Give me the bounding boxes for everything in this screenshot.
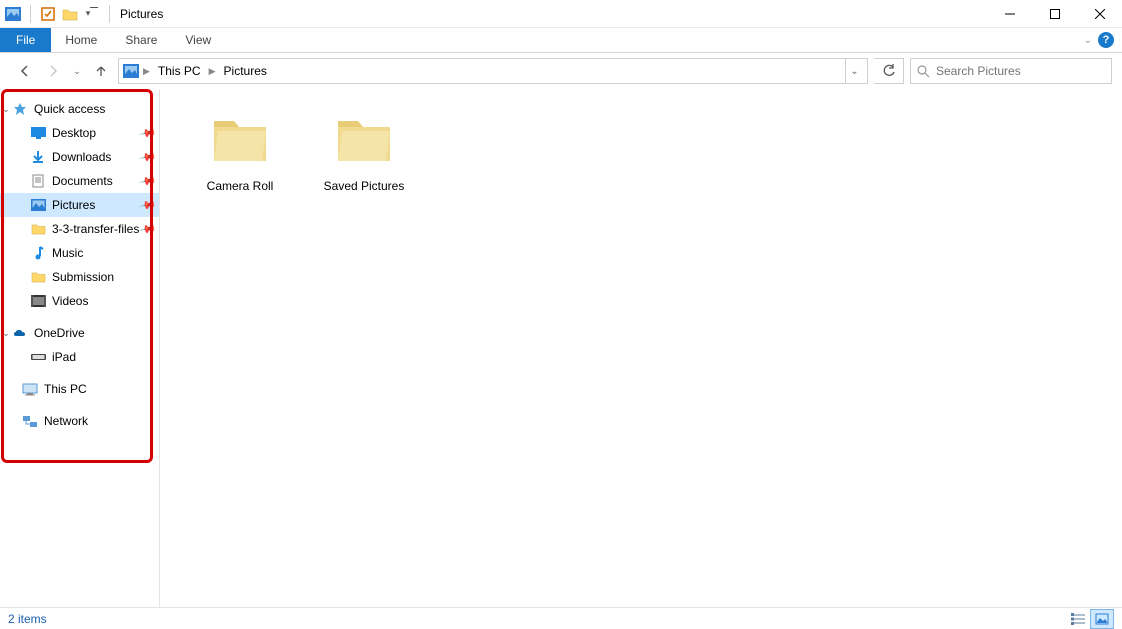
ribbon-collapse-icon[interactable]: ⌄ bbox=[1084, 35, 1092, 46]
pin-icon: 📌 bbox=[139, 196, 158, 215]
window-controls bbox=[987, 0, 1122, 28]
tab-view[interactable]: View bbox=[171, 28, 225, 52]
nav-item-label: Downloads bbox=[52, 150, 111, 164]
document-icon bbox=[30, 173, 46, 189]
minimize-button[interactable] bbox=[987, 0, 1032, 28]
star-icon bbox=[12, 101, 28, 117]
nav-item-downloads[interactable]: Downloads 📌 bbox=[0, 145, 159, 169]
recent-locations-button[interactable]: ⌄ bbox=[70, 60, 84, 82]
folder-label: Saved Pictures bbox=[324, 179, 405, 193]
nav-item-label: Desktop bbox=[52, 126, 96, 140]
breadcrumb-this-pc[interactable]: This PC bbox=[154, 60, 205, 82]
breadcrumb-current[interactable]: Pictures bbox=[220, 60, 271, 82]
nav-item-label: Submission bbox=[52, 270, 114, 284]
nav-item-ipad[interactable]: iPad bbox=[0, 345, 159, 369]
folder-icon bbox=[208, 107, 272, 171]
window-title: Pictures bbox=[120, 7, 163, 21]
quick-access-toolbar: ▾ bbox=[0, 5, 105, 23]
large-icons-view-button[interactable] bbox=[1090, 609, 1114, 629]
chevron-down-icon[interactable]: ⌄ bbox=[0, 104, 12, 115]
navigation-row: ⌄ ▶ This PC ▶ Pictures ⌄ bbox=[0, 53, 1122, 89]
pin-icon: 📌 bbox=[139, 124, 158, 143]
breadcrumb-separator-icon[interactable]: ▶ bbox=[207, 66, 218, 77]
desktop-icon bbox=[30, 125, 46, 141]
folder-icon bbox=[30, 221, 46, 237]
folder-icon bbox=[30, 269, 46, 285]
search-input[interactable] bbox=[936, 64, 1105, 78]
nav-item-documents[interactable]: Documents 📌 bbox=[0, 169, 159, 193]
nav-label: Network bbox=[44, 414, 88, 428]
content-area[interactable]: Camera Roll Saved Pictures bbox=[160, 89, 1122, 607]
ribbon-tabs: File Home Share View ⌄ ? bbox=[0, 28, 1122, 53]
address-bar[interactable]: ▶ This PC ▶ Pictures ⌄ bbox=[118, 58, 868, 84]
status-text: 2 items bbox=[8, 612, 47, 626]
this-pc-icon bbox=[22, 381, 38, 397]
forward-button[interactable] bbox=[42, 60, 64, 82]
qat-dropdown-icon[interactable]: ▾ bbox=[83, 5, 101, 23]
up-button[interactable] bbox=[90, 60, 112, 82]
refresh-button[interactable] bbox=[874, 58, 904, 84]
nav-quick-access[interactable]: ⌄ Quick access bbox=[0, 97, 159, 121]
breadcrumb-separator-icon[interactable]: ▶ bbox=[141, 66, 152, 77]
properties-icon[interactable] bbox=[39, 5, 57, 23]
nav-item-pictures[interactable]: Pictures 📌 bbox=[0, 193, 159, 217]
download-icon bbox=[30, 149, 46, 165]
main-area: ⌄ Quick access Desktop 📌 Downloads 📌 Doc… bbox=[0, 89, 1122, 607]
device-icon bbox=[30, 349, 46, 365]
search-box[interactable] bbox=[910, 58, 1112, 84]
nav-item-submission[interactable]: Submission bbox=[0, 265, 159, 289]
details-view-button[interactable] bbox=[1066, 609, 1090, 629]
pin-icon: 📌 bbox=[139, 172, 158, 191]
nav-onedrive[interactable]: ⌄ OneDrive bbox=[0, 321, 159, 345]
videos-icon bbox=[30, 293, 46, 309]
tab-file[interactable]: File bbox=[0, 28, 51, 52]
nav-label: This PC bbox=[44, 382, 87, 396]
nav-item-label: Pictures bbox=[52, 198, 95, 212]
nav-this-pc[interactable]: This PC bbox=[0, 377, 159, 401]
status-bar: 2 items bbox=[0, 607, 1122, 629]
pictures-location-icon bbox=[123, 63, 139, 79]
navigation-pane: ⌄ Quick access Desktop 📌 Downloads 📌 Doc… bbox=[0, 89, 160, 607]
title-bar: ▾ Pictures bbox=[0, 0, 1122, 28]
tab-share[interactable]: Share bbox=[111, 28, 171, 52]
onedrive-icon bbox=[12, 325, 28, 341]
nav-item-label: iPad bbox=[52, 350, 76, 364]
separator bbox=[30, 5, 31, 23]
search-icon bbox=[917, 65, 930, 78]
nav-item-transfer-files[interactable]: 3-3-transfer-files 📌 bbox=[0, 217, 159, 241]
back-button[interactable] bbox=[14, 60, 36, 82]
pin-icon: 📌 bbox=[139, 148, 158, 167]
pin-icon: 📌 bbox=[139, 220, 158, 239]
pictures-icon bbox=[30, 197, 46, 213]
pictures-library-icon bbox=[4, 5, 22, 23]
folder-saved-pictures[interactable]: Saved Pictures bbox=[318, 107, 410, 193]
tab-home[interactable]: Home bbox=[51, 28, 111, 52]
nav-item-label: 3-3-transfer-files bbox=[52, 222, 139, 236]
folder-icon bbox=[332, 107, 396, 171]
nav-item-label: Documents bbox=[52, 174, 113, 188]
close-button[interactable] bbox=[1077, 0, 1122, 28]
nav-item-desktop[interactable]: Desktop 📌 bbox=[0, 121, 159, 145]
folder-camera-roll[interactable]: Camera Roll bbox=[194, 107, 286, 193]
nav-item-label: Videos bbox=[52, 294, 88, 308]
music-icon bbox=[30, 245, 46, 261]
separator bbox=[109, 5, 110, 23]
network-icon bbox=[22, 413, 38, 429]
nav-item-videos[interactable]: Videos bbox=[0, 289, 159, 313]
maximize-button[interactable] bbox=[1032, 0, 1077, 28]
nav-label: OneDrive bbox=[34, 326, 85, 340]
nav-item-label: Music bbox=[52, 246, 83, 260]
nav-network[interactable]: Network bbox=[0, 409, 159, 433]
nav-label: Quick access bbox=[34, 102, 105, 116]
help-icon[interactable]: ? bbox=[1098, 32, 1114, 48]
chevron-down-icon[interactable]: ⌄ bbox=[0, 328, 12, 339]
nav-item-music[interactable]: Music bbox=[0, 241, 159, 265]
address-dropdown-icon[interactable]: ⌄ bbox=[845, 59, 863, 83]
folder-icon[interactable] bbox=[61, 5, 79, 23]
folder-label: Camera Roll bbox=[207, 179, 274, 193]
